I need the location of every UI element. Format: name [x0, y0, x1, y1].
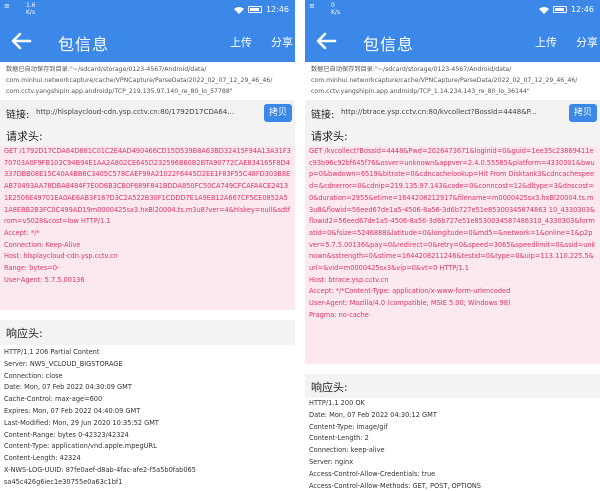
request-header-line: User-Agent: Mozilla/4.0 (compatible; MSI…	[309, 299, 511, 308]
response-header-line: HTTP/1.1 200 OK	[309, 399, 365, 407]
response-header-line: Access-Control-Allow-Credentials: true	[309, 469, 436, 478]
request-header-line: Accept: */*	[4, 228, 40, 237]
panel-divider	[295, 0, 305, 491]
back-arrow-icon[interactable]	[10, 30, 32, 52]
response-header-title: 响应头:	[311, 381, 348, 394]
network-speed: 1.6 K/s	[26, 2, 36, 16]
request-header-line: Host: btrace.ysp.cctv.cn	[309, 275, 389, 284]
response-header-line: HTTP/1.1 206 Partial Content	[4, 348, 100, 356]
response-header-line: Content-Length: 42324	[4, 454, 81, 463]
request-header-line: User-Agent: 5.7.5.00136	[4, 275, 85, 284]
response-headers: HTTP/1.1 206 Partial Content Server: NWS…	[0, 345, 295, 491]
response-header-line: Expires: Mon, 07 Feb 2022 04:40:09 GMT	[4, 406, 141, 415]
wifi-icon	[233, 6, 244, 14]
response-header-line: Last-Modified: Mon, 29 Jun 2020 10:35:52…	[4, 418, 159, 427]
request-headers: GET /kvcollect?BossId=4448&Pwd=202647367…	[305, 146, 600, 364]
network-speed: 0 K/s	[331, 2, 341, 16]
back-arrow-icon[interactable]	[315, 30, 337, 52]
response-header-line: Date: Mon, 07 Feb 2022 04:30:09 GMT	[4, 383, 132, 392]
response-header-line: Access-Control-Allow-Methods: GET, POST,…	[309, 481, 481, 490]
save-path-notice: 数据已自动保存到目录:"~/sdcard/storage/0123-4567/A…	[305, 62, 600, 100]
link-url: http://hlsplaycloud-cdn.ysp.cctv.cn:80/1…	[36, 108, 234, 116]
response-headers: HTTP/1.1 200 OK Date: Mon, 07 Feb 2022 0…	[305, 398, 600, 491]
response-header-line: Date: Mon, 07 Feb 2022 04:30:12 GMT	[309, 410, 437, 419]
request-header-line: Connection: Keep-Alive	[4, 240, 81, 249]
page-title: 包信息	[363, 35, 415, 54]
link-row: 链接: http://btrace.ysp.cctv.cn:80/kvcolle…	[305, 100, 600, 126]
request-headers: GET /1792D17CDA64D881C01C2E4AD490466CD15…	[0, 146, 295, 310]
signal-icon: ≡	[4, 2, 10, 10]
save-path-line: com.cctv.yangshipin.app.androidp/TCP_219…	[6, 88, 233, 95]
status-bar: ≡ 1.6 K/s 12:46	[0, 0, 295, 20]
save-path-line: com.minhui.networkcapture/cache/VPNCaptu…	[6, 77, 273, 84]
response-header-line: Content-Range: bytes 0-42323/42324	[4, 430, 129, 439]
clock: 12:46	[570, 5, 594, 14]
response-header-line: Cache-Control: max-age=600	[4, 395, 103, 404]
request-line: GET /kvcollect?BossId=4448&Pwd=202647367…	[309, 147, 596, 273]
link-label: 链接:	[6, 110, 30, 121]
response-header-line: Content-Length: 2	[309, 434, 369, 443]
response-header-line: Content-Type: application/vnd.apple.mpeg…	[4, 442, 157, 451]
response-header-line: Connection: close	[4, 371, 63, 380]
copy-button[interactable]: 拷贝	[569, 104, 597, 122]
save-path-line: com.minhui.networkcapture/cache/VPNCaptu…	[311, 77, 578, 84]
battery-icon	[552, 6, 567, 13]
app-bar: 包信息 上传 分享	[305, 20, 600, 62]
page-title: 包信息	[58, 35, 110, 54]
wifi-icon	[538, 6, 549, 14]
request-header-line: Host: hlsplaycloud-cdn.ysp.cctv.cn	[4, 252, 118, 261]
copy-button[interactable]: 拷贝	[264, 104, 292, 122]
response-header-line: Server: nginx	[309, 457, 354, 466]
link-url: http://btrace.ysp.cctv.cn:80/kvcollect?B…	[341, 108, 537, 116]
link-row: 链接: http://hlsplaycloud-cdn.ysp.cctv.cn:…	[0, 100, 295, 126]
request-header-line: Pragma: no-cache	[309, 310, 369, 319]
battery-icon	[247, 6, 262, 13]
save-path-line: 数据已自动保存到目录:"~/sdcard/storage/0123-4567/A…	[311, 66, 512, 73]
clock: 12:46	[265, 5, 289, 14]
upload-button[interactable]: 上传	[535, 34, 557, 50]
response-header-line: Content-Type: image/gif	[309, 422, 388, 431]
request-header-line: Accept: */*Content-Type: application/x-w…	[309, 287, 511, 296]
status-bar: ≡ 0 K/s 12:46	[305, 0, 600, 20]
response-header-line: sa45c426g6iec1e30755e0a63c1bf1	[4, 477, 123, 486]
link-label: 链接:	[311, 110, 335, 121]
response-header-line: Server: NWS_VCLOUD_BIGSTORAGE	[4, 359, 123, 368]
request-header-title: 请求头:	[311, 130, 348, 143]
response-header-title: 响应头:	[6, 327, 43, 340]
save-path-line: com.cctv.yangshipin.app.androidp/TCP_1.1…	[311, 88, 530, 95]
app-bar: 包信息 上传 分享	[0, 20, 295, 62]
save-path-line: 数据已自动保存到目录:"~/sdcard/storage/0123-4567/A…	[6, 66, 207, 73]
response-header-line: Connection: keep-alive	[309, 446, 385, 455]
request-header-title: 请求头:	[6, 130, 43, 143]
upload-button[interactable]: 上传	[230, 34, 252, 50]
save-path-notice: 数据已自动保存到目录:"~/sdcard/storage/0123-4567/A…	[0, 62, 295, 100]
share-button[interactable]: 分享	[271, 34, 293, 50]
request-header-line: Range: bytes=0-	[4, 264, 60, 273]
request-line: GET /1792D17CDA64D881C01C2E4AD490466CD15…	[4, 147, 291, 226]
signal-icon: ≡	[309, 2, 315, 10]
packet-info-screen-right: ≡ 0 K/s 12:46 包信息 上传 分享 数据已自动保存到目录:"~/sd…	[305, 0, 600, 491]
packet-info-screen-left: ≡ 1.6 K/s 12:46 包信息 上传 分享 数据已自动保存到目录:"~/…	[0, 0, 295, 491]
response-header-line: X-NWS-LOG-UUID: 87fe0aef-d8ab-4fac-afe2-…	[4, 465, 196, 474]
share-button[interactable]: 分享	[576, 34, 598, 50]
